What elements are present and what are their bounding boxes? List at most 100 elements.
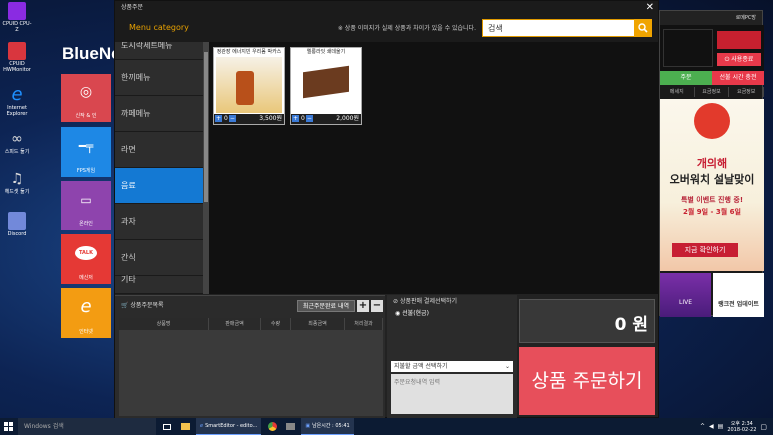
taskbar-app-browser[interactable]: e SmartEditor - edito... — [196, 418, 262, 435]
taskbar-app-timer[interactable]: ▣ 남은시간 : 05:41 — [301, 418, 354, 435]
overwatch-event-banner[interactable]: 개의해 오버워치 설날맞이 특별 이벤트 진행 중! 2월 9일 - 3월 6일… — [660, 99, 764, 271]
pc-room-promos: LIVE 랭크전 업데이트 — [660, 273, 764, 317]
cpuz-desktop-icon[interactable]: CPUID CPU-Z — [2, 2, 32, 33]
col-qty: 수량 — [261, 318, 291, 330]
cart-icon: 🛒 — [121, 302, 129, 309]
payment-header: ⊘ 상품판매 결제선택하기 — [393, 298, 458, 305]
tab-order[interactable]: 주문 — [660, 71, 712, 85]
scrollbar-thumb[interactable] — [204, 52, 208, 202]
total-amount: 0 원 — [614, 315, 648, 335]
kakaotalk-icon: TALK — [75, 246, 97, 260]
discord-desktop-icon[interactable]: Discord — [2, 212, 32, 237]
promo-ranked-update[interactable]: 랭크전 업데이트 — [713, 273, 764, 317]
col-result: 처리결과 — [345, 318, 383, 330]
tile-internet[interactable]: e 인터넷 — [61, 288, 111, 338]
product-footer: +0− 3,500원 — [214, 114, 284, 124]
recent-orders-button[interactable]: 최근주문완료 내역 — [296, 300, 355, 312]
place-order-button[interactable]: 상품 주문하기 — [519, 347, 655, 415]
task-view-icon[interactable] — [160, 418, 174, 435]
product-name: 정관장 에너지빈 우리몸 박카스 — [216, 49, 282, 55]
dialog-titlebar[interactable]: 상품주문 ✕ — [115, 1, 658, 14]
ad-dates: 2월 9일 - 3월 6일 — [683, 208, 741, 216]
product-scrollbar[interactable] — [203, 42, 209, 294]
pc-room-tabs: 주문 선불 시간 충전 — [660, 71, 764, 85]
search-input[interactable] — [482, 19, 652, 37]
category-other[interactable]: 기타 — [115, 276, 203, 294]
pc-room-panel: 로메PC방 ⏻ 사용종료 주문 선불 시간 충전 메세지 요금정보 요금정보 개… — [659, 10, 765, 317]
internet-explorer-icon: e — [11, 84, 23, 105]
tray-arrow-icon[interactable]: ^ — [700, 423, 705, 430]
category-cafe[interactable]: 까페메뉴 — [115, 96, 203, 132]
product-card[interactable]: 정관장 에너지빈 우리몸 박카스 +0− 3,500원 — [213, 47, 285, 125]
category-header: Menu category — [115, 14, 203, 42]
product-price: 3,500원 — [259, 115, 282, 122]
ad-title: 개의해 — [696, 157, 728, 170]
product-image — [293, 57, 359, 113]
headset-desktop-icon[interactable]: ♫ 헤드셋 둘기 — [2, 170, 32, 195]
plus-button[interactable]: + — [357, 300, 369, 312]
tile-online[interactable]: ▭ 온라인 — [61, 181, 111, 230]
user-stats — [663, 29, 713, 67]
windows-icon — [3, 422, 13, 431]
search-button[interactable] — [634, 19, 652, 37]
category-meal[interactable]: 한끼메뉴 — [115, 60, 203, 96]
link-rate-info-2[interactable]: 요금정보 — [729, 87, 765, 97]
payment-amount-select[interactable]: 지불할 금액 선택하기 ⌄ — [391, 361, 513, 372]
network-icon[interactable]: ▤ — [718, 423, 724, 430]
hwmonitor-desktop-icon[interactable]: CPUID HWMonitor — [2, 42, 32, 73]
order-list-title: 상품주문목록 — [130, 302, 164, 309]
order-request-input[interactable] — [391, 374, 513, 414]
link-message[interactable]: 메세지 — [660, 87, 695, 97]
col-price: 판매금액 — [209, 318, 261, 330]
product-grid: 정관장 에너지빈 우리몸 박카스 +0−3,500원 엘롱라잇 쇄데울기 +0−… — [203, 42, 659, 294]
add-qty-button[interactable]: + — [292, 115, 299, 122]
product-card[interactable]: 엘롱라잇 쇄데울기 +0− 2,000원 — [290, 47, 362, 125]
remove-qty-button[interactable]: − — [228, 115, 236, 122]
file-explorer-icon[interactable] — [178, 418, 192, 435]
order-list-panel: 🛒 상품주문목록 최근주문완료 내역 + − 상품명 판매금액 수량 최종금액 … — [115, 295, 385, 418]
link-rate-info[interactable]: 요금정보 — [695, 87, 730, 97]
internet-explorer-icon: e — [80, 296, 92, 317]
total-amount-box: 0 원 — [519, 299, 655, 343]
close-icon[interactable]: ✕ — [646, 1, 654, 14]
clock[interactable]: 오후 2:34 2018-02-22 — [727, 421, 756, 433]
category-drinks[interactable]: 음료 — [115, 168, 203, 204]
cpuz-icon — [8, 2, 26, 20]
timer-icon: ▣ — [305, 422, 311, 429]
remove-qty-button[interactable]: − — [305, 115, 313, 122]
promo-live[interactable]: LIVE — [660, 273, 711, 317]
volume-icon[interactable]: ◀ — [709, 423, 714, 430]
payment-option-prepaid[interactable]: ◉ 선불(현금) — [387, 309, 517, 319]
app-icon[interactable] — [283, 418, 297, 435]
order-table: 상품명 판매금액 수량 최종금액 처리결과 — [119, 318, 383, 416]
add-qty-button[interactable]: + — [215, 115, 222, 122]
user-info: ⏻ 사용종료 — [660, 25, 764, 71]
end-session-button[interactable]: ⏻ 사용종료 — [717, 53, 761, 66]
taskbar: Windows 검색 e SmartEditor - edito... ▣ 남은시간… — [0, 418, 773, 435]
system-tray: ^ ◀ ▤ 오후 2:34 2018-02-22 ▢ — [700, 421, 773, 433]
product-price: 2,000원 — [336, 115, 359, 122]
category-light-snack[interactable]: 간식 — [115, 240, 203, 276]
headset-icon: ♫ — [10, 171, 24, 187]
start-button[interactable] — [0, 418, 16, 435]
tile-fps-games[interactable]: ━╤ FPS게임 — [61, 127, 111, 177]
chrome-icon[interactable] — [265, 418, 279, 435]
category-snacks[interactable]: 과자 — [115, 204, 203, 240]
tab-charge-time[interactable]: 선불 시간 충전 — [712, 71, 764, 85]
category-ramen[interactable]: 라면 — [115, 132, 203, 168]
minus-button[interactable]: − — [371, 300, 383, 312]
ad-cta-button[interactable]: 지금 확인하기 — [672, 243, 738, 257]
speed-desktop-icon[interactable]: ∞ 스피드 둘기 — [2, 130, 32, 155]
pc-room-links: 메세지 요금정보 요금정보 — [660, 87, 765, 97]
ad-event: 특별 이벤트 진행 중! — [680, 196, 744, 204]
taskbar-search[interactable]: Windows 검색 — [18, 418, 156, 435]
ie-desktop-icon[interactable]: e Internet Explorer — [2, 84, 32, 118]
search-bar: ※ 상품 이미지가 실제 상품과 차이가 있을 수 있습니다. — [203, 14, 658, 42]
category-lunchbox[interactable]: 도시락세트메뉴 — [115, 42, 203, 60]
search-icon — [638, 23, 648, 33]
tile-messenger[interactable]: TALK 메신저 — [61, 234, 111, 284]
dialog-title: 상품주문 — [121, 4, 144, 11]
tile-new-games[interactable]: ◎ 신작 & 인 — [61, 74, 111, 122]
chevron-down-icon: ⌄ — [504, 363, 510, 370]
notification-icon[interactable]: ▢ — [760, 423, 767, 431]
